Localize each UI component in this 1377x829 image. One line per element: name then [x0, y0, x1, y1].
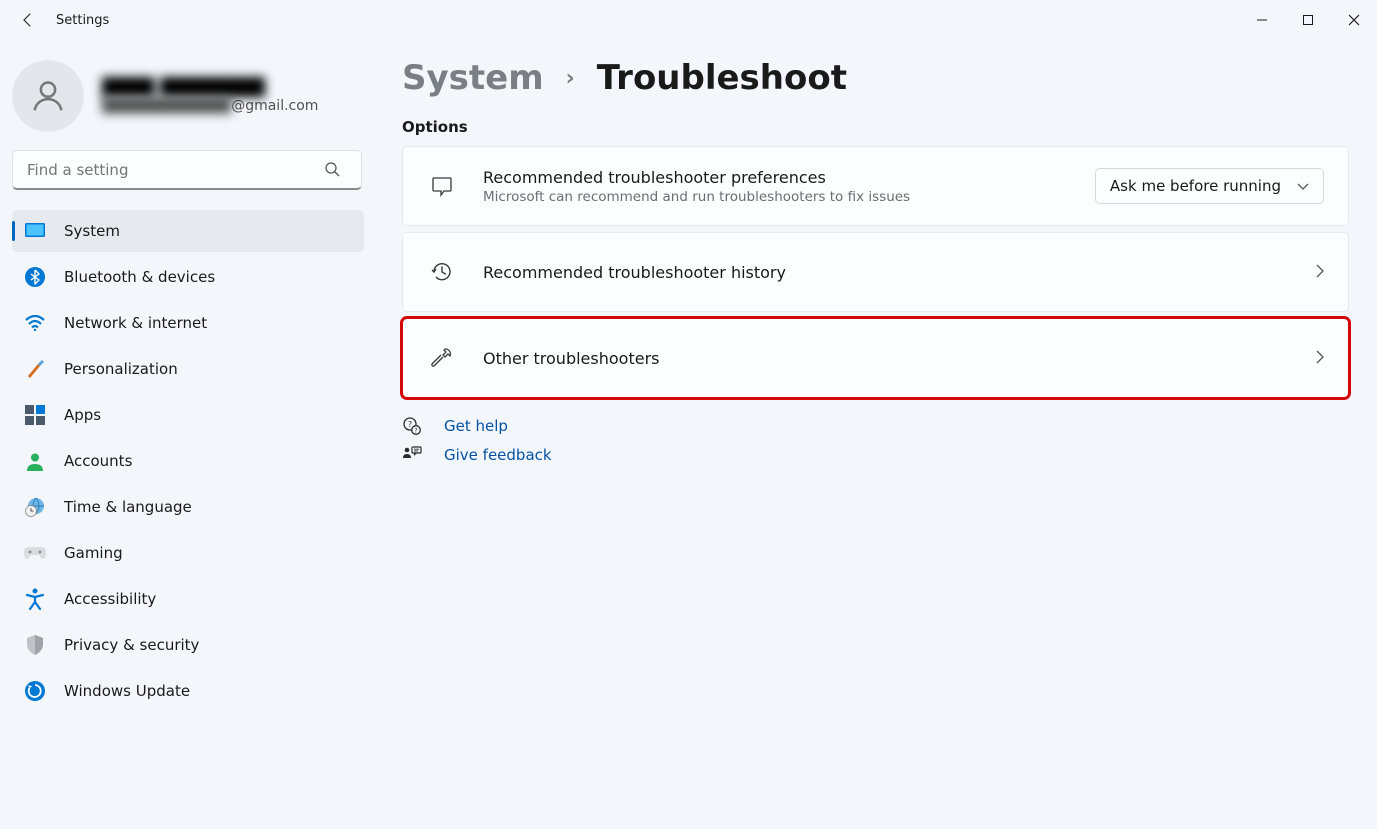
card-troubleshooter-history[interactable]: Recommended troubleshooter history: [402, 232, 1349, 312]
nav-item-personalization[interactable]: Personalization: [12, 348, 364, 390]
account-block[interactable]: ████ ████████ ████████████@gmail.com: [12, 60, 364, 132]
person-icon: [24, 450, 46, 472]
card-other-troubleshooters[interactable]: Other troubleshooters: [402, 318, 1349, 398]
shield-icon: [24, 634, 46, 656]
card-subtitle: Microsoft can recommend and run troubles…: [483, 189, 910, 205]
nav-label: Personalization: [64, 360, 178, 378]
nav-label: Bluetooth & devices: [64, 268, 215, 286]
window-title: Settings: [56, 13, 109, 28]
nav-label: Privacy & security: [64, 636, 199, 654]
chat-icon: [427, 174, 457, 198]
nav-label: Network & internet: [64, 314, 207, 332]
give-feedback-link[interactable]: Give feedback: [444, 446, 552, 464]
nav-item-accessibility[interactable]: Accessibility: [12, 578, 364, 620]
avatar: [12, 60, 84, 132]
nav-label: System: [64, 222, 120, 240]
svg-text:?: ?: [408, 420, 412, 429]
give-feedback-row: Give feedback: [402, 446, 1349, 464]
card-title: Recommended troubleshooter preferences: [483, 168, 910, 187]
search-icon: [324, 161, 340, 181]
breadcrumb-parent[interactable]: System: [402, 58, 544, 98]
nav-item-network[interactable]: Network & internet: [12, 302, 364, 344]
card-troubleshooter-preferences: Recommended troubleshooter preferences M…: [402, 146, 1349, 226]
card-title: Recommended troubleshooter history: [483, 263, 786, 282]
window-controls: [1239, 0, 1377, 40]
dropdown-value: Ask me before running: [1110, 177, 1281, 195]
close-button[interactable]: [1331, 0, 1377, 40]
maximize-button[interactable]: [1285, 0, 1331, 40]
nav-label: Time & language: [64, 498, 192, 516]
main-content: System › Troubleshoot Options Recommende…: [380, 40, 1377, 829]
search-box: [12, 150, 364, 190]
nav-item-apps[interactable]: Apps: [12, 394, 364, 436]
chevron-right-icon: ›: [566, 66, 575, 91]
search-input[interactable]: [12, 150, 362, 190]
update-icon: [24, 680, 46, 702]
history-icon: [427, 260, 457, 284]
chevron-right-icon: [1316, 349, 1324, 368]
breadcrumb-current: Troubleshoot: [597, 58, 847, 98]
nav-label: Windows Update: [64, 682, 190, 700]
nav-label: Accounts: [64, 452, 132, 470]
apps-icon: [24, 404, 46, 426]
gamepad-icon: [24, 542, 46, 564]
titlebar: Settings: [0, 0, 1377, 40]
chevron-down-icon: [1297, 177, 1309, 195]
nav-label: Gaming: [64, 544, 123, 562]
section-heading: Options: [402, 118, 1349, 136]
help-icon: ??: [402, 416, 422, 436]
nav-item-privacy[interactable]: Privacy & security: [12, 624, 364, 666]
back-button[interactable]: [14, 6, 42, 34]
nav-label: Apps: [64, 406, 101, 424]
bluetooth-icon: [24, 266, 46, 288]
nav-item-bluetooth[interactable]: Bluetooth & devices: [12, 256, 364, 298]
nav-item-time[interactable]: Time & language: [12, 486, 364, 528]
account-email: ████████████@gmail.com: [102, 98, 318, 114]
minimize-button[interactable]: [1239, 0, 1285, 40]
nav-item-update[interactable]: Windows Update: [12, 670, 364, 712]
nav-label: Accessibility: [64, 590, 156, 608]
system-icon: [24, 220, 46, 242]
breadcrumb: System › Troubleshoot: [402, 58, 1349, 98]
get-help-link[interactable]: Get help: [444, 417, 508, 435]
nav-item-accounts[interactable]: Accounts: [12, 440, 364, 482]
svg-text:?: ?: [414, 427, 417, 435]
get-help-row: ?? Get help: [402, 416, 1349, 436]
nav-list: System Bluetooth & devices Network & int…: [12, 210, 364, 712]
card-title: Other troubleshooters: [483, 349, 659, 368]
account-text: ████ ████████ ████████████@gmail.com: [102, 78, 318, 114]
clock-globe-icon: [24, 496, 46, 518]
sidebar: ████ ████████ ████████████@gmail.com Sys…: [0, 40, 380, 829]
feedback-icon: [402, 446, 422, 464]
brush-icon: [24, 358, 46, 380]
account-name: ████ ████████: [102, 78, 318, 98]
accessibility-icon: [24, 588, 46, 610]
preferences-dropdown[interactable]: Ask me before running: [1095, 168, 1324, 204]
nav-item-system[interactable]: System: [12, 210, 364, 252]
wifi-icon: [24, 312, 46, 334]
wrench-icon: [427, 346, 457, 370]
chevron-right-icon: [1316, 263, 1324, 282]
nav-item-gaming[interactable]: Gaming: [12, 532, 364, 574]
